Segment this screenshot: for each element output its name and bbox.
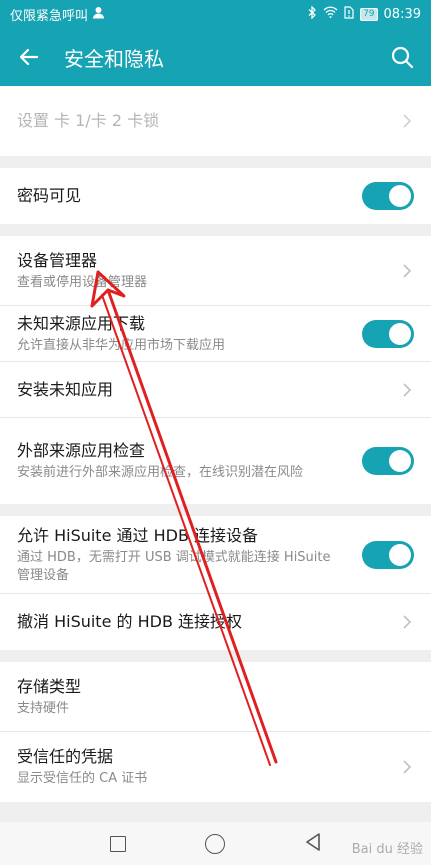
clock: 08:39 <box>383 6 421 22</box>
search-button[interactable] <box>373 28 431 86</box>
nav-back-button[interactable] <box>305 832 321 855</box>
row-subtitle: 查看或停用设备管理器 <box>17 274 148 290</box>
row-subtitle: 支持硬件 <box>17 700 70 716</box>
emergency-call-label: 仅限紧急呼叫 <box>10 8 89 24</box>
search-icon <box>391 46 414 69</box>
row-title: 未知来源应用下载 <box>17 313 146 333</box>
external-source-check-row[interactable]: 外部来源应用检查 安装前进行外部来源应用检查，在线识别潜在风险 <box>0 418 431 504</box>
row-title: 密码可见 <box>17 186 82 205</box>
row-title: 安装未知应用 <box>17 379 114 399</box>
row-title: 存储类型 <box>17 676 82 696</box>
back-button[interactable] <box>0 28 58 86</box>
arrow-left-icon <box>19 48 39 66</box>
password-visible-row[interactable]: 密码可见 <box>0 168 431 224</box>
section-hisuite: 允许 HiSuite 通过 HDB 连接设备 通过 HDB，无需打开 USB 调… <box>0 516 431 650</box>
page-title: 安全和隐私 <box>64 46 164 71</box>
row-title: 受信任的凭据 <box>17 747 114 766</box>
status-right: 79 08:39 <box>308 4 421 23</box>
row-title: 设置 卡 1/卡 2 卡锁 <box>17 111 160 130</box>
app-bar: 安全和隐私 <box>0 28 431 86</box>
trusted-credentials-row[interactable]: 受信任的凭据 显示受信任的 CA 证书 <box>0 732 431 802</box>
status-bar: 仅限紧急呼叫 79 08:39 <box>0 0 431 28</box>
device-admin-row[interactable]: 设备管理器 查看或停用设备管理器 <box>0 236 431 306</box>
row-title: 设备管理器 <box>17 250 98 270</box>
recent-apps-button[interactable] <box>109 835 126 852</box>
install-unknown-apps-row[interactable]: 安装未知应用 <box>0 362 431 418</box>
hisuite-hdb-toggle[interactable] <box>362 540 414 569</box>
home-button[interactable] <box>205 833 226 854</box>
section-sim-lock: 设置 卡 1/卡 2 卡锁 <box>0 86 431 156</box>
row-subtitle: 显示受信任的 CA 证书 <box>17 771 148 786</box>
sim-alert-icon <box>344 5 354 23</box>
unknown-source-download-row[interactable]: 未知来源应用下载 允许直接从非华为应用市场下载应用 <box>0 306 431 362</box>
chevron-right-icon <box>400 760 414 774</box>
unknown-source-download-toggle[interactable] <box>362 319 414 348</box>
bluetooth-icon <box>308 4 317 23</box>
settings-list: 设置 卡 1/卡 2 卡锁 密码可见 设备管理器 查看或停用设备管理器 未知来源… <box>0 86 431 822</box>
battery-indicator: 79 <box>360 7 378 21</box>
storage-type-row: 存储类型 支持硬件 <box>0 662 431 732</box>
status-left: 仅限紧急呼叫 <box>10 5 105 24</box>
section-password: 密码可见 <box>0 168 431 224</box>
row-subtitle: 允许直接从非华为应用市场下载应用 <box>17 337 226 353</box>
row-subtitle: 安装前进行外部来源应用检查，在线识别潜在风险 <box>17 465 304 480</box>
chevron-right-icon <box>400 114 414 128</box>
password-visible-toggle[interactable] <box>362 182 414 210</box>
row-subtitle: 通过 HDB，无需打开 USB 调试模式就能连接 HiSuite 管理设备 <box>17 549 331 583</box>
external-source-check-toggle[interactable] <box>362 447 414 475</box>
chevron-right-icon <box>400 382 414 397</box>
wifi-icon <box>323 6 338 22</box>
person-icon <box>92 6 105 23</box>
section-apps: 设备管理器 查看或停用设备管理器 未知来源应用下载 允许直接从非华为应用市场下载… <box>0 236 431 504</box>
revoke-hisuite-hdb-row[interactable]: 撤消 HiSuite 的 HDB 连接授权 <box>0 594 431 650</box>
sim-lock-setting-row[interactable]: 设置 卡 1/卡 2 卡锁 <box>0 86 431 156</box>
hisuite-hdb-row[interactable]: 允许 HiSuite 通过 HDB 连接设备 通过 HDB，无需打开 USB 调… <box>0 516 431 594</box>
chevron-right-icon <box>400 615 414 629</box>
row-title: 允许 HiSuite 通过 HDB 连接设备 <box>17 525 259 545</box>
triangle-back-icon <box>306 832 320 851</box>
section-credentials: 存储类型 支持硬件 受信任的凭据 显示受信任的 CA 证书 <box>0 662 431 802</box>
watermark: Bai du 经验 <box>351 842 423 857</box>
row-title: 撤消 HiSuite 的 HDB 连接授权 <box>17 612 243 631</box>
chevron-right-icon <box>400 263 414 278</box>
row-title: 外部来源应用检查 <box>17 441 146 460</box>
